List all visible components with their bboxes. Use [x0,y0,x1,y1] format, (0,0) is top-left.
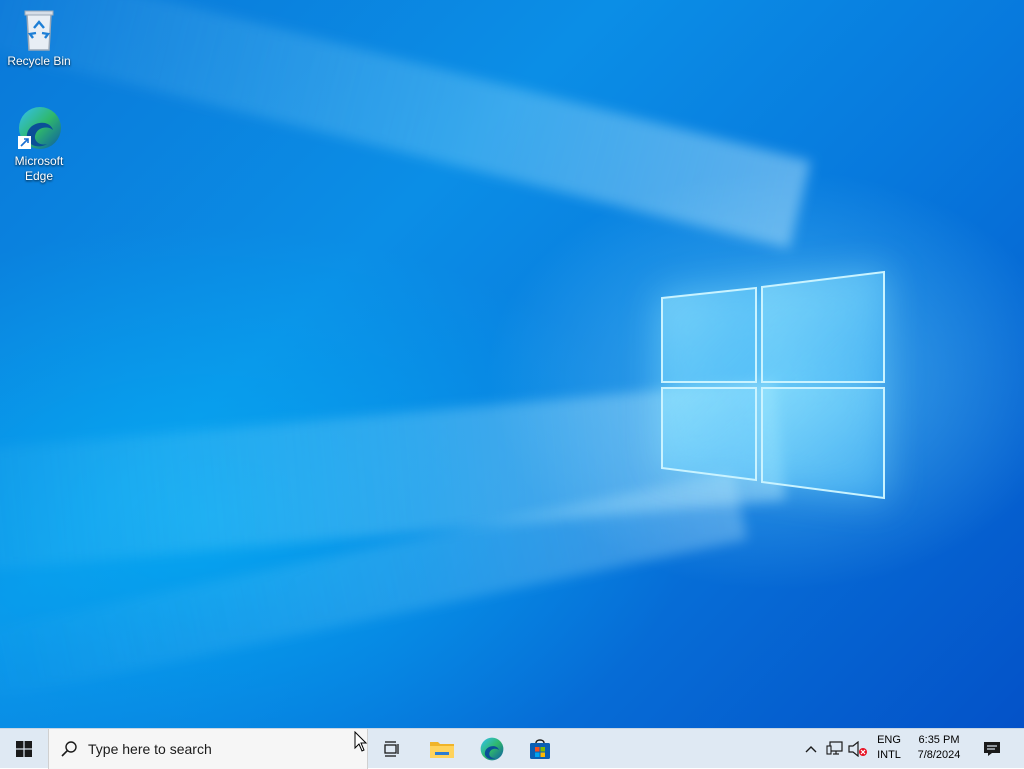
action-center-button[interactable] [976,729,1008,769]
edge-shortcut-label: Microsoft Edge [14,154,64,183]
folder-icon [430,742,454,758]
recycle-bin-label: Recycle Bin [7,54,71,68]
start-button[interactable] [0,729,48,769]
volume-muted-icon [848,741,867,757]
keyboard-layout: INTL [877,749,901,761]
task-view-button[interactable] [370,729,414,769]
action-center-icon [984,742,1000,756]
store-icon [530,739,550,759]
language-code: ENG [877,734,901,746]
file-explorer-button[interactable] [420,729,464,769]
search-placeholder: Type here to search [88,741,212,757]
desktop[interactable]: Recycle Bin Microsoft Edge [0,0,1024,728]
language-indicator[interactable]: ENG INTL [872,733,906,765]
taskbar: Type here to search ENG INTL 6:35 PM 7/8… [0,728,1024,769]
recycle-bin-icon [24,10,54,51]
store-button[interactable] [518,729,562,769]
show-hidden-icons-button[interactable] [800,729,822,769]
edge-shortcut[interactable]: Microsoft Edge [2,104,76,184]
network-button[interactable] [824,729,846,769]
recycle-bin-shortcut[interactable]: Recycle Bin [2,8,76,69]
windows-wallpaper-logo [661,270,885,500]
network-icon [826,741,843,755]
wallpaper-beam [0,0,811,249]
task-view-icon [384,741,399,757]
edge-icon [18,107,61,149]
volume-button[interactable] [847,729,869,769]
search-icon [60,740,78,758]
edge-icon [480,737,504,761]
mouse-cursor [354,731,368,752]
clock[interactable]: 6:35 PM 7/8/2024 [910,733,968,765]
search-input[interactable]: Type here to search [48,729,368,769]
clock-time: 6:35 PM [918,734,960,746]
clock-date: 7/8/2024 [917,749,961,761]
chevron-up-icon [805,746,817,753]
edge-taskbar-button[interactable] [470,729,514,769]
windows-logo-icon [16,741,32,757]
